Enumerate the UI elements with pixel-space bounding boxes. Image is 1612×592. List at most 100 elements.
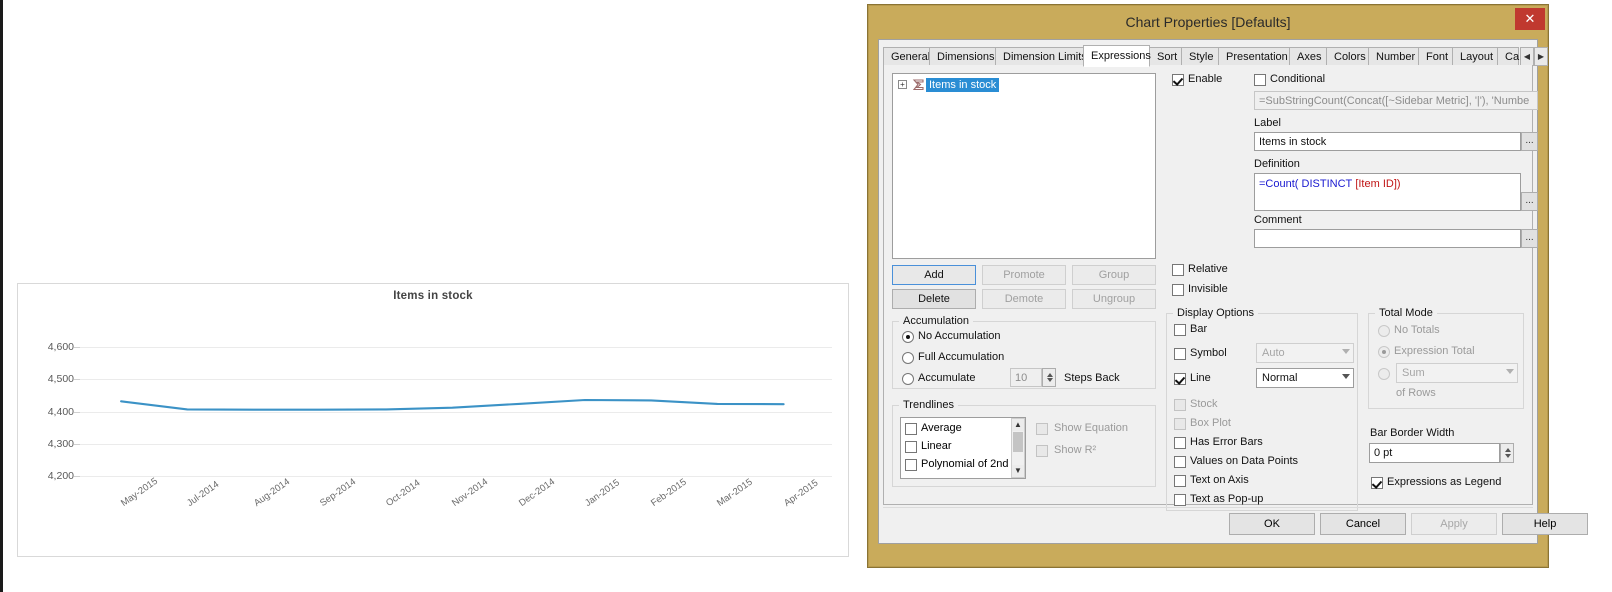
line-style-value: Normal	[1262, 372, 1298, 384]
tab-expressions[interactable]: Expressions	[1083, 45, 1151, 67]
label-no-accumulation: No Accumulation	[918, 330, 1001, 342]
label-definition-field: Definition	[1254, 158, 1300, 170]
radio-accumulate[interactable]	[902, 373, 914, 385]
steps-back-input[interactable]: 10	[1010, 368, 1042, 387]
chart-y-tickmark	[74, 475, 80, 477]
bar-border-width-stepper[interactable]	[1500, 443, 1514, 463]
tab-sort[interactable]: Sort	[1149, 47, 1182, 66]
symbol-select-value: Auto	[1262, 347, 1285, 359]
ok-button[interactable]: OK	[1229, 513, 1315, 535]
label-stock: Stock	[1190, 398, 1218, 410]
scroll-up-icon[interactable]: ▲	[1012, 419, 1024, 431]
label-show-equation: Show Equation	[1054, 422, 1128, 434]
definition-prefix: =Count(	[1259, 178, 1299, 190]
comment-input[interactable]	[1254, 229, 1521, 248]
checkbox-linear[interactable]	[905, 441, 917, 453]
checkbox-symbol[interactable]	[1174, 348, 1186, 360]
chart-gridline	[80, 475, 832, 477]
checkbox-stock	[1174, 399, 1186, 411]
tab-general[interactable]: General	[883, 47, 930, 66]
stepper-down-icon[interactable]	[1505, 454, 1511, 458]
label-ellipsis-button[interactable]: ...	[1521, 132, 1538, 151]
checkbox-relative[interactable]	[1172, 264, 1184, 276]
close-icon[interactable]: ✕	[1515, 8, 1545, 30]
label-full-accumulation: Full Accumulation	[918, 351, 1005, 363]
tab-layout[interactable]: Layout	[1452, 47, 1498, 66]
expression-list[interactable]: + Items in stock	[892, 73, 1156, 259]
line-style-select[interactable]: Normal	[1256, 368, 1354, 388]
label-polynomial-2nd: Polynomial of 2nd de	[921, 458, 1024, 470]
chevron-down-icon	[1506, 369, 1514, 374]
checkbox-expressions-as-legend[interactable]	[1371, 477, 1383, 489]
stepper-up-icon[interactable]	[1505, 448, 1511, 452]
label-of-rows: of Rows	[1396, 387, 1436, 399]
checkbox-polynomial-2nd[interactable]	[905, 459, 917, 471]
sum-select-value: Sum	[1402, 367, 1425, 379]
checkbox-text-as-popup[interactable]	[1174, 494, 1186, 506]
label-enable: Enable	[1188, 73, 1223, 85]
conditional-input[interactable]: =SubStringCount(Concat([~Sidebar Metric]…	[1254, 91, 1538, 110]
label-accumulate: Accumulate	[918, 372, 976, 384]
chart-properties-dialog: Chart Properties [Defaults] ✕ General Dim…	[868, 5, 1588, 567]
definition-keyword: DISTINCT	[1301, 178, 1353, 190]
total-mode-title: Total Mode	[1375, 307, 1437, 319]
scrollbar-thumb[interactable]	[1013, 432, 1023, 452]
bar-border-width-input[interactable]: 0 pt	[1369, 443, 1500, 463]
trendlines-scrollbar[interactable]: ▲ ▼	[1011, 418, 1025, 478]
tab-style[interactable]: Style	[1181, 47, 1219, 66]
label-relative: Relative	[1188, 263, 1228, 275]
expand-icon[interactable]: +	[898, 80, 907, 89]
tab-scroll-right-icon[interactable]: ▶	[1534, 47, 1548, 66]
dialog-titlebar[interactable]: Chart Properties [Defaults] ✕	[869, 6, 1547, 39]
tab-colors[interactable]: Colors	[1326, 47, 1369, 66]
checkbox-invisible[interactable]	[1172, 284, 1184, 296]
checkbox-text-on-axis[interactable]	[1174, 475, 1186, 487]
tab-presentation[interactable]: Presentation	[1218, 47, 1290, 66]
scroll-down-icon[interactable]: ▼	[1012, 465, 1024, 477]
checkbox-average[interactable]	[905, 423, 917, 435]
radio-no-accumulation[interactable]	[902, 331, 914, 343]
checkbox-enable[interactable]	[1172, 74, 1184, 86]
tab-dimension-limits[interactable]: Dimension Limits	[995, 47, 1087, 66]
checkbox-line[interactable]	[1174, 373, 1186, 385]
definition-ellipsis-button[interactable]: ...	[1521, 192, 1538, 211]
checkbox-bar[interactable]	[1174, 324, 1186, 336]
tab-number[interactable]: Number	[1368, 47, 1419, 66]
label-text-on-axis: Text on Axis	[1190, 474, 1249, 486]
radio-full-accumulation[interactable]	[902, 352, 914, 364]
help-button[interactable]: Help	[1502, 513, 1588, 535]
chart-y-tickmark	[74, 347, 80, 349]
trendlines-list[interactable]: Average Linear Polynomial of 2nd de ▲ ▼	[900, 417, 1026, 479]
apply-button: Apply	[1411, 513, 1497, 535]
checkbox-has-error-bars[interactable]	[1174, 437, 1186, 449]
label-input[interactable]: Items in stock	[1254, 132, 1521, 151]
add-button[interactable]: Add	[892, 265, 976, 285]
chart-y-tick-label: 4,200	[47, 469, 74, 482]
checkbox-show-r2	[1036, 445, 1048, 457]
expression-list-item[interactable]: Items in stock	[926, 78, 1000, 92]
delete-button[interactable]: Delete	[892, 289, 976, 309]
comment-ellipsis-button[interactable]: ...	[1521, 229, 1538, 248]
chart-y-tick-label: 4,500	[47, 373, 74, 386]
stepper-down-icon[interactable]	[1047, 378, 1053, 382]
stepper-up-icon[interactable]	[1047, 373, 1053, 377]
chart-y-tickmark	[74, 379, 80, 381]
steps-back-stepper[interactable]	[1042, 368, 1056, 387]
tab-strip[interactable]: General Dimensions Dimension Limits Express…	[883, 45, 1548, 67]
tab-ca[interactable]: Ca	[1497, 47, 1519, 66]
tab-axes[interactable]: Axes	[1289, 47, 1327, 66]
checkbox-conditional[interactable]	[1254, 74, 1266, 86]
cancel-button[interactable]: Cancel	[1320, 513, 1406, 535]
label-steps-back: Steps Back	[1064, 372, 1120, 384]
tab-scroll-left-icon[interactable]: ◀	[1520, 47, 1534, 66]
definition-input[interactable]: =Count( DISTINCT [Item ID])	[1254, 173, 1521, 211]
label-values-on-data-points: Values on Data Points	[1190, 455, 1299, 467]
checkbox-values-on-data-points[interactable]	[1174, 456, 1186, 468]
promote-button: Promote	[982, 265, 1066, 285]
tab-font[interactable]: Font	[1418, 47, 1453, 66]
group-button: Group	[1072, 265, 1156, 285]
label-conditional: Conditional	[1270, 73, 1326, 85]
chart-y-tick-label: 4,400	[47, 405, 74, 418]
dialog-body: General Dimensions Dimension Limits Express…	[878, 39, 1588, 544]
tab-dimensions[interactable]: Dimensions	[929, 47, 996, 66]
